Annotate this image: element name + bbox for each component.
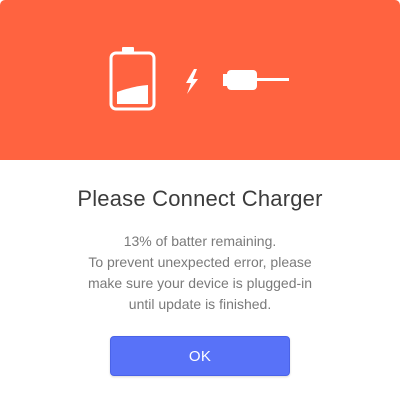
dialog-title: Please Connect Charger: [77, 186, 323, 211]
dialog-message: 13% of batter remaining. To prevent unex…: [50, 231, 350, 315]
banner-illustration: [0, 0, 400, 160]
message-line: 13% of batter remaining.: [123, 233, 277, 249]
message-line: make sure your device is plugged-in: [87, 275, 313, 291]
charger-warning-dialog: Please Connect Charger 13% of batter rem…: [0, 0, 400, 400]
ok-button[interactable]: OK: [110, 336, 290, 376]
message-line: To prevent unexpected error, please: [88, 254, 312, 270]
banner-background: [0, 0, 400, 160]
message-line: until update is finished.: [128, 296, 272, 312]
dialog-banner: [0, 0, 400, 160]
